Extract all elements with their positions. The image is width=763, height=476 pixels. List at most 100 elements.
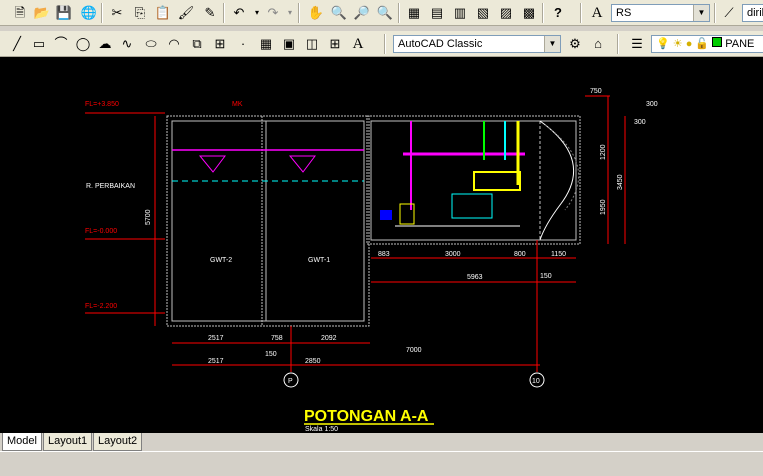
grid-label-10: 10 [532,378,540,385]
dim-style-icon[interactable]: ⟋ [720,4,738,22]
dim-top-a: 750 [590,88,602,95]
redo-icon[interactable]: ↷ [264,4,282,22]
undo-icon[interactable]: ↶ [230,4,248,22]
drawing-title: POTONGAN A-A [304,408,429,425]
stair-curve [539,120,575,241]
layer-color-swatch [712,37,723,47]
redo-dropdown-icon[interactable]: ▾ [281,4,299,22]
open-icon[interactable]: 📂 [33,4,51,22]
dim-row2-b: 150 [265,351,277,358]
cut-icon[interactable]: ✂ [108,4,126,22]
toolbar-separator [580,3,582,23]
level-mid-text: FL=-0.000 [85,228,117,235]
dim-side-b: 3450 [617,174,624,190]
spline-icon[interactable]: ∿ [118,35,136,53]
gradient-icon[interactable]: ▣ [280,35,298,53]
revcloud-icon[interactable]: ☁ [96,35,114,53]
workspace-select[interactable]: AutoCAD Classic ▼ [393,35,561,53]
tool-palettes-icon[interactable]: ▥ [451,4,469,22]
workspace-settings-icon[interactable]: ⚙ [566,35,584,53]
toolbar-separator [542,3,544,23]
publish-icon[interactable]: 🌐 [80,4,98,22]
inlet-label: MK [232,101,243,108]
command-area[interactable] [0,451,763,476]
water-marker-left [198,155,226,173]
level-top-text: FL=+3.850 [85,101,119,108]
dim-row2-a: 2517 [208,358,224,365]
tab-layout2[interactable]: Layout2 [93,433,143,451]
make-block-icon[interactable]: ⊞ [211,35,229,53]
line-icon[interactable]: ╱ [8,35,26,53]
dim-total-text: 7000 [406,347,422,354]
text-style-select[interactable]: RS ▼ [611,4,710,22]
dim-right-total-text: 5963 [467,274,483,281]
pump-unit [451,193,493,219]
toolbar-separator [617,34,619,54]
calculator-icon[interactable]: ▩ [520,4,538,22]
circle-icon[interactable]: ◯ [74,35,92,53]
arc-icon[interactable]: ⌒ [52,35,70,53]
table-icon[interactable]: ⊞ [326,35,344,53]
text-style-icon[interactable]: A [588,4,606,22]
rectangle-icon[interactable]: ▭ [30,35,48,53]
level-low-text: FL=-2.200 [85,303,117,310]
dim-style-value: dirik [747,7,763,19]
zoom-realtime-icon[interactable]: 🔍 [330,4,348,22]
layer-select[interactable]: 💡 ☀ ● 🔓 PANE [651,35,763,53]
paste-icon[interactable]: 📋 [154,4,172,22]
hatch-icon[interactable]: ▦ [257,35,275,53]
dim-right-a: 883 [378,251,390,258]
design-center-icon[interactable]: ▤ [428,4,446,22]
help-icon[interactable]: ? [549,4,567,22]
copy-icon[interactable]: ⎘ [131,4,149,22]
dim-150-text: 150 [540,273,552,280]
sheet-set-icon[interactable]: ▧ [474,4,492,22]
ellipse-icon[interactable]: ⬭ [142,35,160,53]
dim-style-select[interactable]: dirik [742,4,763,22]
mtext-icon[interactable]: A [349,35,367,53]
dim-side-c: 1950 [600,199,607,215]
grid-label-p: P [288,378,293,385]
block-editor-icon[interactable]: ✎ [201,4,219,22]
save-workspace-icon[interactable]: ⌂ [589,35,607,53]
chevron-down-icon: ▼ [693,5,709,21]
properties-icon[interactable]: ▦ [405,4,423,22]
drawing-canvas[interactable]: FL=+3.850 FL=-0.000 FL=-2.200 MK R. PERB… [0,57,763,433]
dim-row1-c: 2092 [321,335,337,342]
pan-icon[interactable]: ✋ [307,4,325,22]
zoom-window-icon[interactable]: 🔎 [353,4,371,22]
tank-inner-outline [171,120,365,322]
tab-layout1[interactable]: Layout1 [43,433,93,451]
zoom-previous-icon[interactable]: 🔍 [376,4,394,22]
water-marker-right [288,155,316,173]
layer-value: PANE [725,38,755,50]
qnew-icon[interactable]: 🗎 [11,4,29,22]
chevron-down-icon: ▼ [544,36,560,52]
dim-right-c: 800 [514,251,526,258]
inlet-arrow-icon [380,210,392,220]
tab-model[interactable]: Model [2,433,42,451]
insert-block-icon[interactable]: ⧉ [188,35,206,53]
markup-icon[interactable]: ▨ [497,4,515,22]
toolbar-separator [298,3,300,23]
toolbar-separator [223,3,225,23]
pump-manifold [473,171,521,191]
dim-top-c: 300 [634,119,646,126]
tank-outline [166,115,370,327]
dim-row2-c: 2850 [305,358,321,365]
cad-drawing[interactable]: FL=+3.850 FL=-0.000 FL=-2.200 MK R. PERB… [0,57,763,433]
ellipse-arc-icon[interactable]: ◠ [165,35,183,53]
layer-manager-icon[interactable]: ☰ [628,35,646,53]
toolbar-separator [398,3,400,23]
dim-top-b: 300 [646,101,658,108]
toolbar-separator [101,3,103,23]
toolbar-separator [384,34,386,54]
point-icon[interactable]: · [234,35,252,53]
vertical-dim-text: 5700 [145,209,152,225]
dim-row1-a: 2517 [208,335,224,342]
dim-side-a: 1200 [600,144,607,160]
room-label: R. PERBAIKAN [86,183,135,190]
region-icon[interactable]: ◫ [303,35,321,53]
match-properties-icon[interactable]: 🖌 [177,4,195,22]
save-icon[interactable]: 💾 [55,4,73,22]
